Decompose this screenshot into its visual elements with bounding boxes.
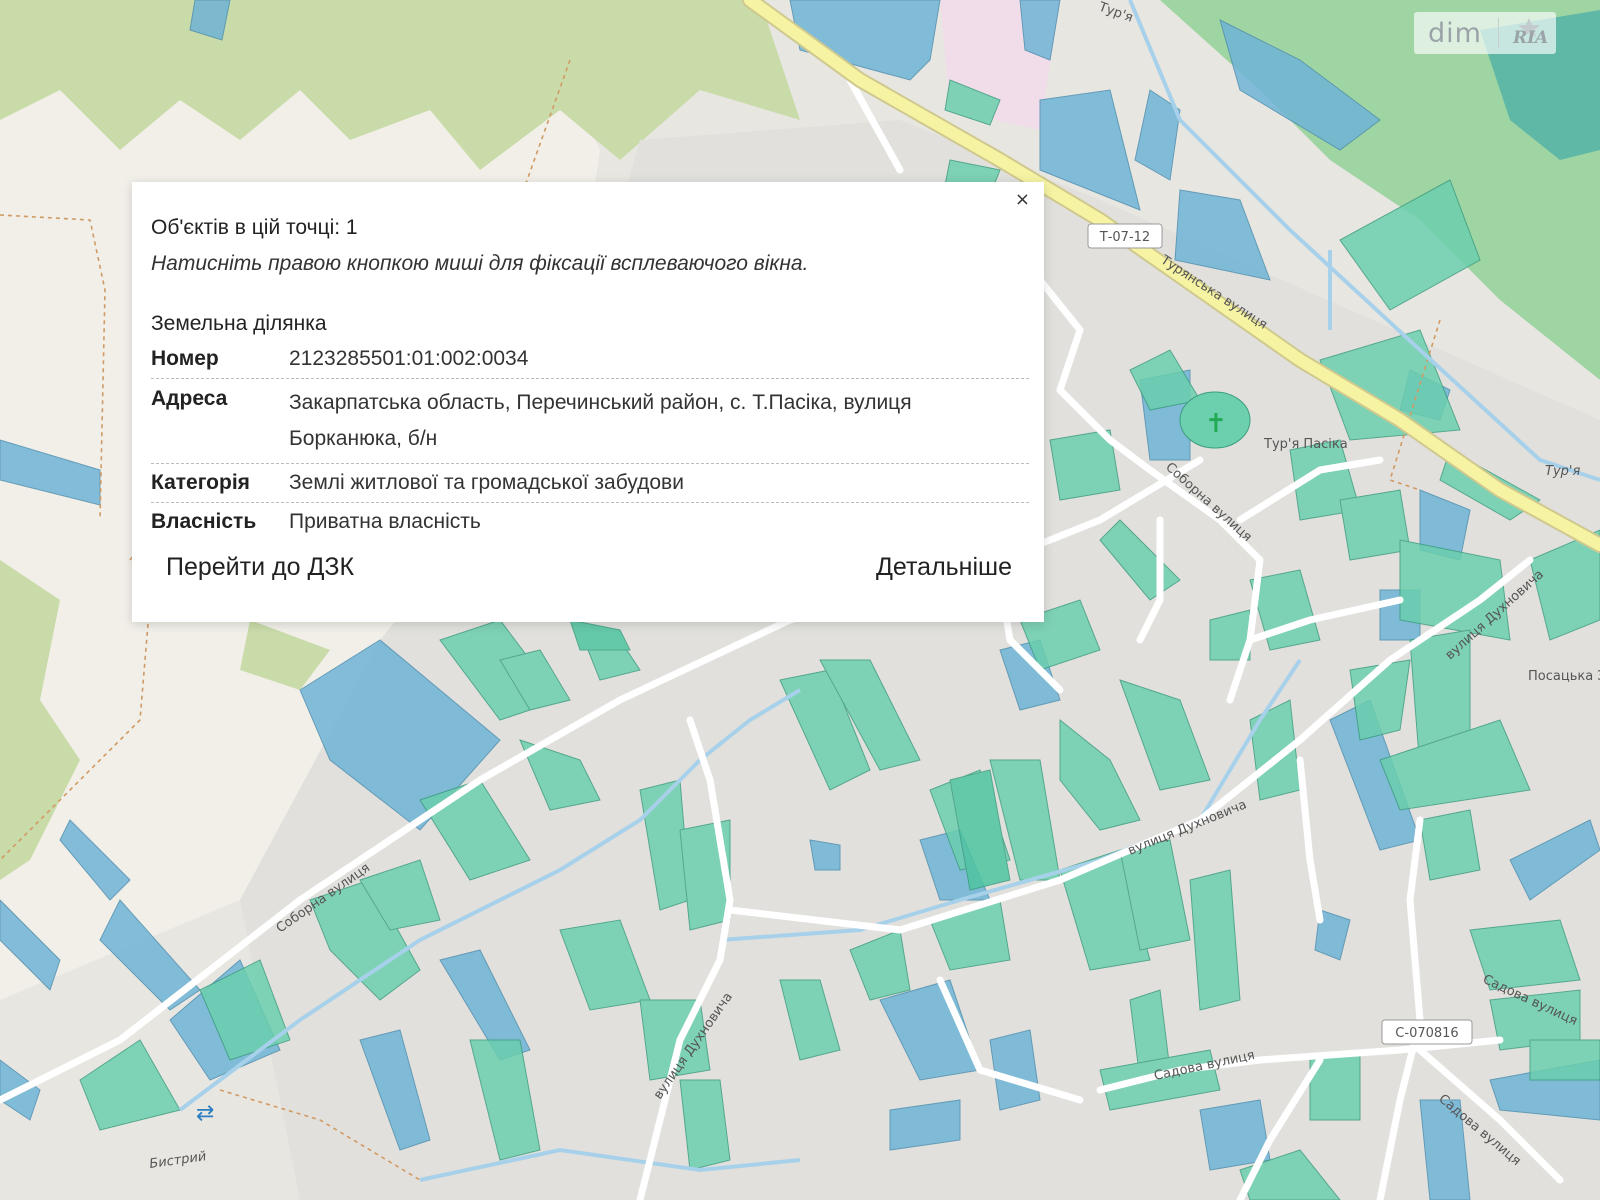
- road-shield-c070816: С-070816: [1381, 1019, 1473, 1045]
- popup-hint: Натисніть правою кнопкою миші для фіксац…: [151, 252, 809, 275]
- section-title: Земельна ділянка: [151, 312, 327, 335]
- info-row-category: Категорія Землі житлової та громадської …: [151, 464, 1029, 503]
- parcel-info-table: Номер 2123285501:01:002:0034 Адреса Зака…: [151, 340, 1029, 541]
- info-value: Приватна власність: [289, 510, 481, 533]
- ria-logo: RIA: [1509, 18, 1556, 48]
- info-key: Власність: [151, 510, 257, 533]
- school-label: Посацька ЗОШ: [1528, 669, 1600, 684]
- parcel-info-popup[interactable]: × Об'єктів в цій точці: 1 Натисніть прав…: [132, 182, 1044, 622]
- info-value: 2123285501:01:002:0034: [289, 347, 529, 370]
- church-icon: ✝: [1205, 409, 1227, 439]
- info-row-number: Номер 2123285501:01:002:0034: [151, 340, 1029, 379]
- info-key: Адреса: [151, 387, 228, 410]
- info-value: Землі житлової та громадської забудови: [289, 471, 684, 494]
- objects-count: Об'єктів в цій точці: 1: [151, 216, 358, 239]
- info-row-address: Адреса Закарпатська область, Перечинськи…: [151, 379, 1029, 464]
- watermark-ria: RIA: [1512, 28, 1549, 48]
- close-icon[interactable]: ×: [1015, 190, 1030, 210]
- church-area: ✝: [1179, 391, 1251, 449]
- info-key: Категорія: [151, 471, 250, 494]
- road-ref-label: Т-07-12: [1099, 230, 1150, 245]
- info-key: Номер: [151, 347, 219, 370]
- info-row-ownership: Власність Приватна власність: [151, 503, 1029, 541]
- river-label: Тур'я: [1545, 464, 1580, 479]
- go-to-dzk-button[interactable]: Перейти до ДЗК: [150, 542, 371, 592]
- road-shield-t0712: Т-07-12: [1087, 223, 1163, 249]
- watermark-separator: [1497, 18, 1499, 48]
- village-label: Тур'я Пасіка: [1263, 437, 1348, 452]
- info-value: Закарпатська область, Перечинський район…: [289, 391, 912, 450]
- dimria-watermark: dim RIA: [1414, 12, 1556, 54]
- details-button[interactable]: Детальніше: [859, 542, 1028, 592]
- road-ref-label: С-070816: [1395, 1026, 1458, 1041]
- weir-icon: ⇄: [196, 1101, 214, 1126]
- watermark-dim: dim: [1428, 17, 1482, 49]
